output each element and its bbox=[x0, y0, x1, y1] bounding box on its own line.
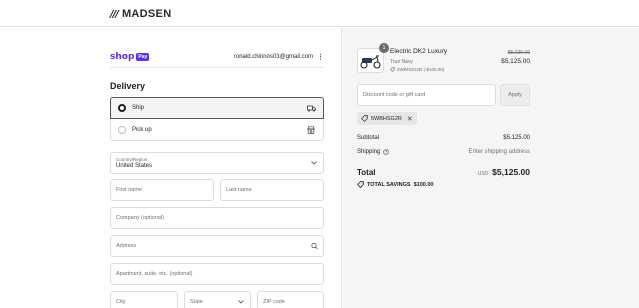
cargo-bike-image bbox=[360, 55, 381, 69]
last-name-placeholder: Last name bbox=[226, 187, 252, 193]
company-placeholder: Company (optional) bbox=[116, 215, 164, 221]
delivery-option-pickup[interactable]: Pick up bbox=[110, 119, 324, 141]
savings-value: $100.00 bbox=[413, 181, 434, 188]
product-variant: True Navy bbox=[390, 59, 413, 65]
chevron-down-icon bbox=[311, 161, 317, 165]
account-email: ronald.chirinos03@gmail.com bbox=[233, 54, 313, 60]
divider bbox=[110, 67, 324, 68]
shipping-row: Shipping Enter shipping address bbox=[357, 149, 530, 155]
logo-mark: /// bbox=[110, 8, 119, 20]
city-field[interactable]: City bbox=[110, 291, 178, 308]
subtotal-value: $5,125.00 bbox=[503, 135, 530, 141]
shop-wordmark: shop bbox=[110, 52, 135, 62]
country-label: Country/Region bbox=[116, 157, 148, 162]
delivery-option-ship[interactable]: Ship bbox=[110, 97, 324, 119]
company-field[interactable]: Company (optional) bbox=[110, 207, 324, 229]
applied-discount-chip: 5WBHSG2R ✕ bbox=[357, 112, 417, 125]
ship-label: Ship bbox=[132, 105, 145, 111]
pickup-radio[interactable] bbox=[118, 125, 126, 134]
product-discount-text: 5WBHSG2R (-$100.00) bbox=[397, 67, 445, 72]
pay-badge: Pay bbox=[136, 53, 150, 61]
price-final: $5,125.00 bbox=[501, 58, 530, 65]
pickup-label: Pick up bbox=[132, 126, 152, 133]
discount-code-input[interactable]: Discount code or gift card bbox=[357, 84, 496, 106]
account-email-area: ronald.chirinos03@gmail.com ⋮ bbox=[234, 53, 324, 61]
remove-discount-icon[interactable]: ✕ bbox=[407, 115, 413, 123]
state-select[interactable]: State bbox=[184, 291, 251, 308]
state-placeholder: State bbox=[190, 299, 203, 305]
subtotal-row: Subtotal $5,125.00 bbox=[357, 135, 530, 141]
subtotal-label: Subtotal bbox=[357, 135, 380, 141]
city-placeholder: City bbox=[116, 299, 126, 305]
apartment-placeholder: Apartment, suite, etc. (optional) bbox=[116, 271, 193, 277]
total-label: Total bbox=[357, 167, 376, 177]
product-info: Electric DK2 Luxury True Navy 5WBHSG2R (… bbox=[390, 48, 447, 72]
applied-code-text: 5WBHSG2R bbox=[371, 115, 402, 122]
delivery-heading: Delivery bbox=[110, 81, 146, 91]
search-icon bbox=[311, 242, 318, 250]
first-name-field[interactable]: First name bbox=[110, 179, 214, 201]
apply-discount-button[interactable]: Apply bbox=[500, 84, 530, 106]
discount-placeholder: Discount code or gift card bbox=[363, 92, 426, 98]
quantity-badge: 1 bbox=[379, 43, 389, 53]
ship-radio[interactable] bbox=[118, 104, 126, 112]
delivery-method-group: Ship Pick up bbox=[110, 97, 324, 141]
shipping-value: Enter shipping address bbox=[468, 149, 530, 155]
account-row: shop Pay ronald.chirinos03@gmail.com ⋮ bbox=[110, 50, 324, 64]
madsen-logo[interactable]: /// MADSEN bbox=[110, 8, 171, 20]
address-field[interactable]: Address bbox=[110, 235, 324, 257]
store-icon bbox=[306, 125, 316, 134]
country-select[interactable]: Country/Region United States bbox=[110, 152, 324, 174]
country-value: United States bbox=[116, 163, 153, 169]
truck-icon bbox=[306, 104, 316, 112]
last-name-field[interactable]: Last name bbox=[220, 179, 324, 201]
product-prices: $5,225.00 $5,125.00 bbox=[501, 50, 530, 65]
shop-pay-logo: shop Pay bbox=[110, 52, 150, 62]
page-header: /// MADSEN bbox=[0, 0, 639, 27]
logo-text: MADSEN bbox=[121, 8, 172, 20]
price-original: $5,225.00 bbox=[507, 50, 530, 56]
product-discount: 5WBHSG2R (-$100.00) bbox=[390, 67, 447, 72]
apartment-field[interactable]: Apartment, suite, etc. (optional) bbox=[110, 263, 324, 285]
savings-label: TOTAL SAVINGS bbox=[367, 181, 411, 188]
tag-icon bbox=[357, 181, 364, 188]
zip-field[interactable]: ZIP code bbox=[257, 291, 324, 308]
help-circle-icon[interactable] bbox=[383, 149, 390, 155]
total-value: $5,125.00 bbox=[492, 167, 530, 177]
total-row: Total USD $5,125.00 bbox=[357, 167, 530, 177]
currency-code: USD bbox=[477, 171, 489, 177]
chevron-down-icon bbox=[238, 300, 244, 304]
shipping-label: Shipping bbox=[357, 149, 381, 155]
address-placeholder: Address bbox=[116, 243, 137, 249]
total-savings: TOTAL SAVINGS $100.00 bbox=[357, 181, 434, 188]
tag-icon bbox=[361, 115, 368, 122]
product-name: Electric DK2 Luxury bbox=[390, 48, 448, 55]
account-menu-icon[interactable]: ⋮ bbox=[317, 53, 324, 61]
tag-icon bbox=[390, 67, 395, 72]
first-name-placeholder: First name bbox=[116, 187, 142, 193]
zip-placeholder: ZIP code bbox=[263, 299, 285, 305]
